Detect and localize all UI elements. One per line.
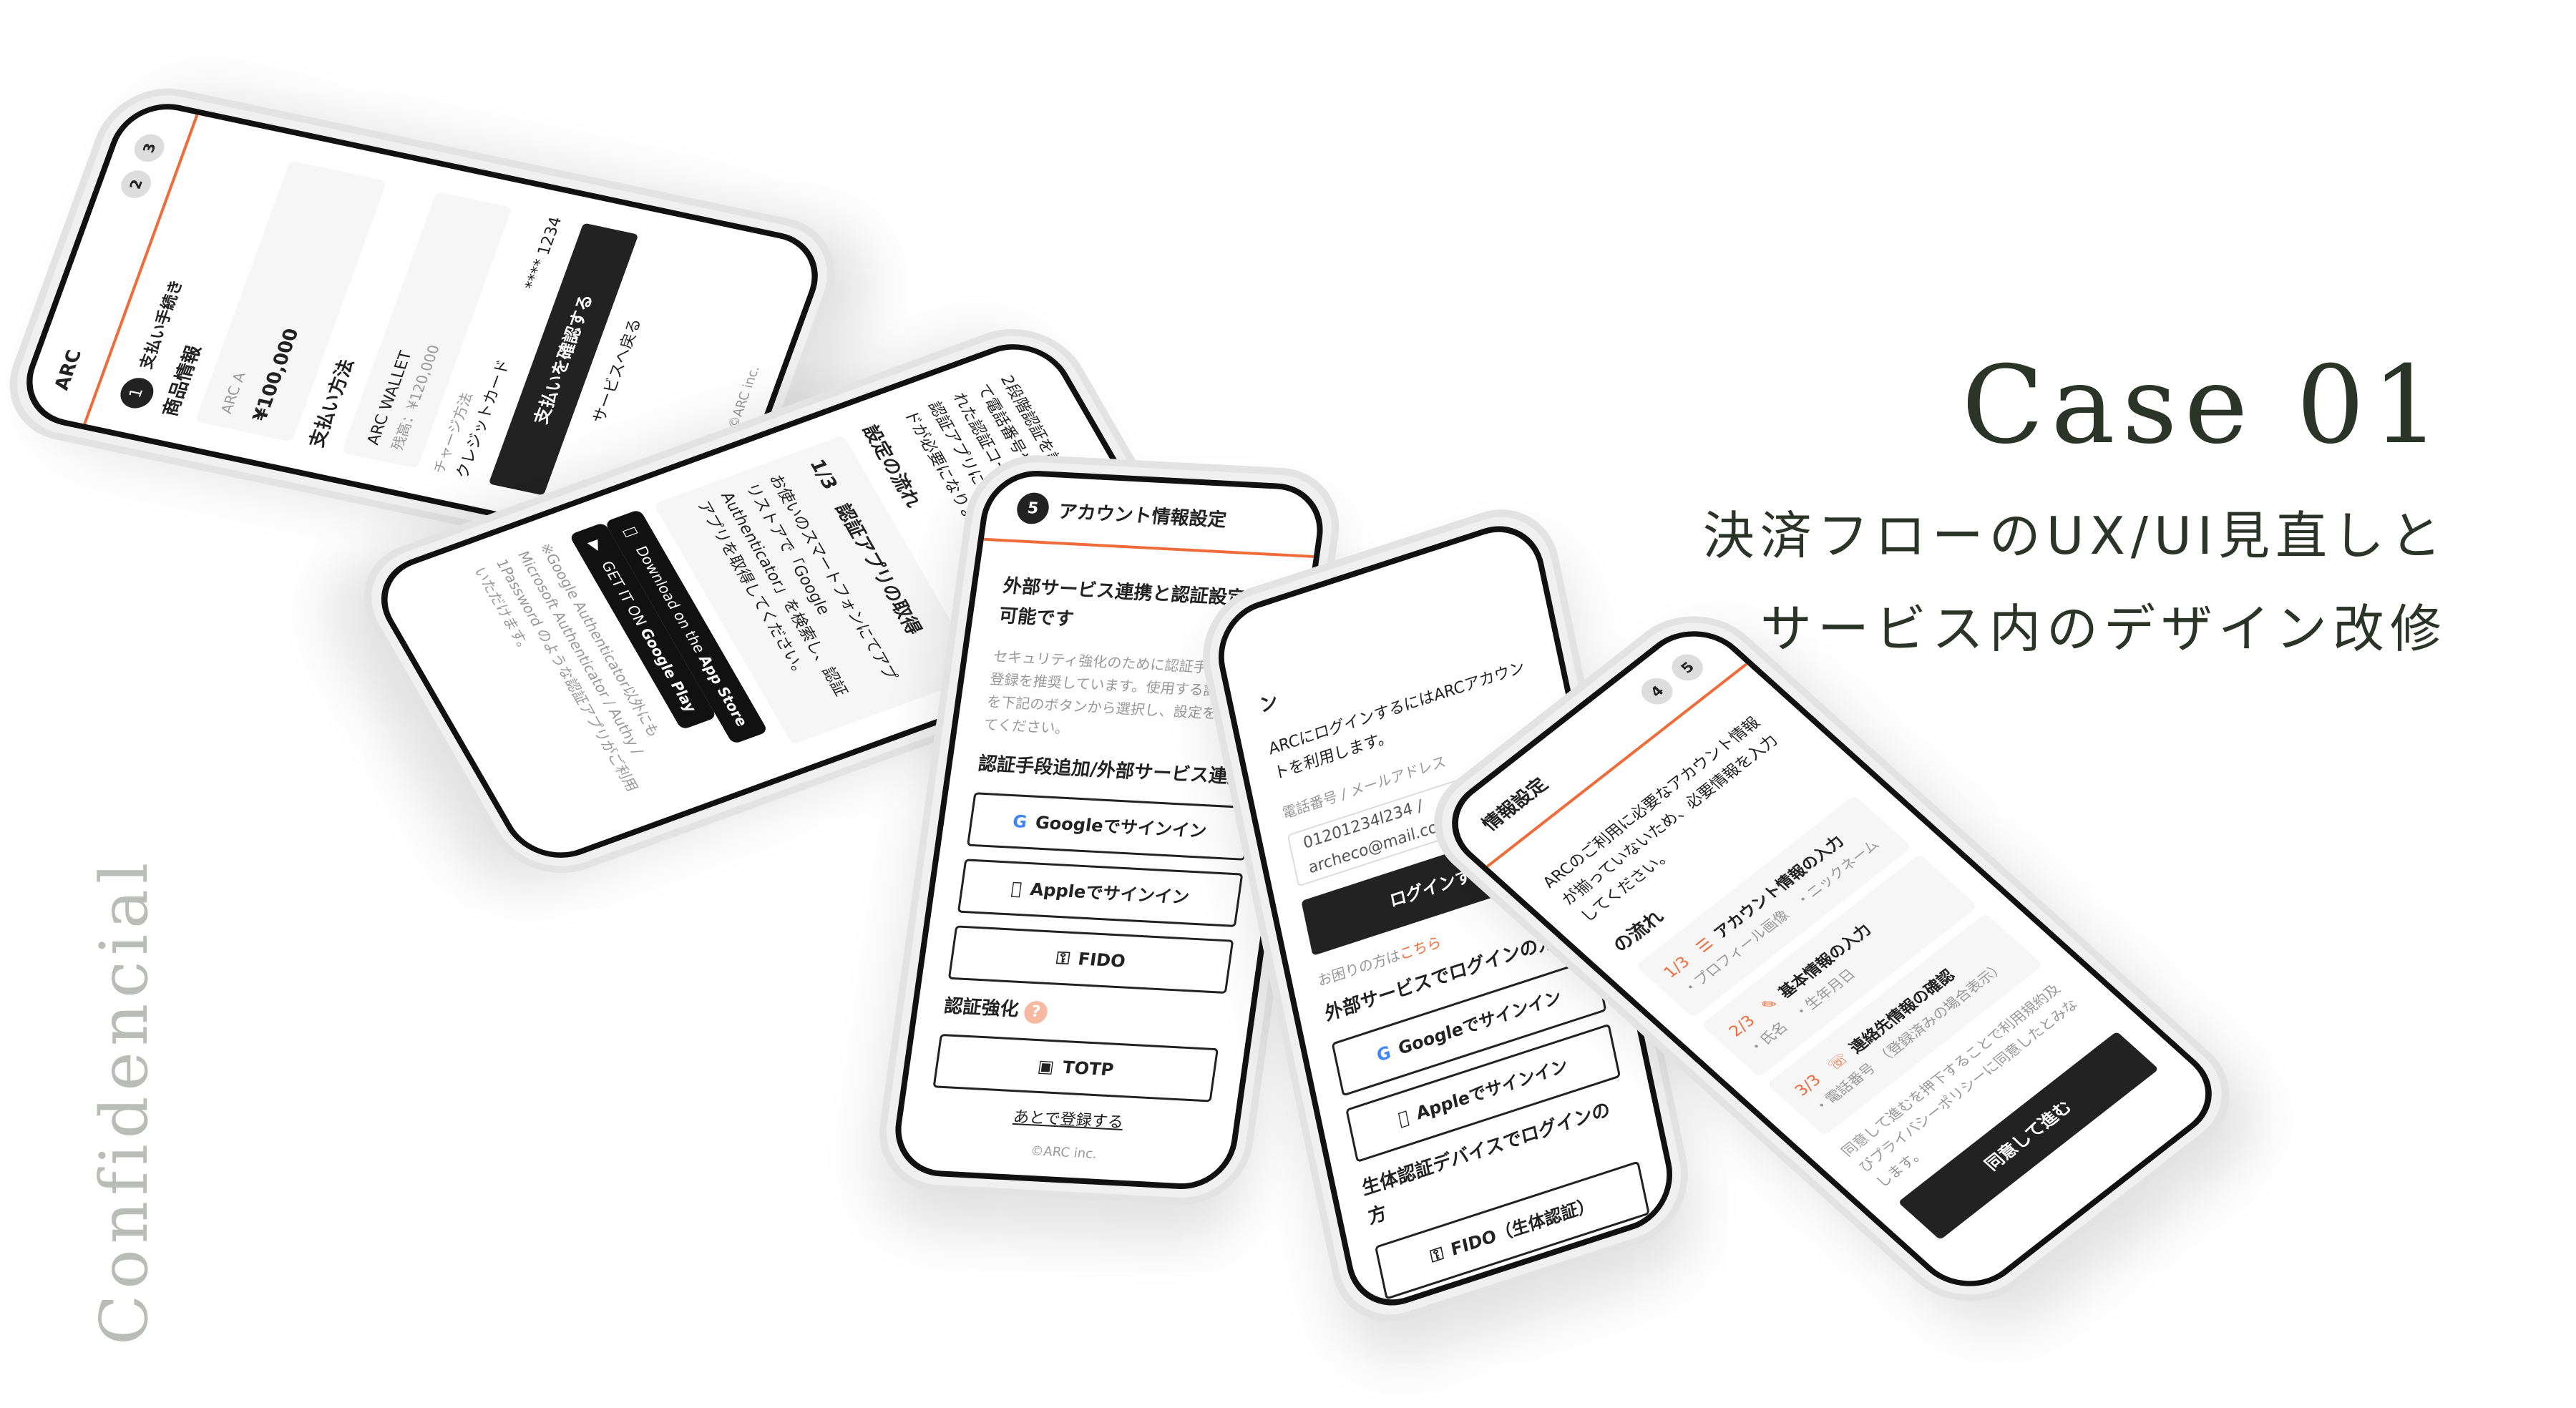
apple-signin-button[interactable]: Appleでサインイン [957, 859, 1244, 927]
fido-button[interactable]: ⚿ FIDO [947, 925, 1234, 994]
apple-btn-label: Appleでサインイン [1023, 879, 1191, 907]
step-5-dot: 5 [1665, 649, 1710, 686]
steps: 2 3 [117, 131, 169, 201]
case-subtitle-line1: 決済フローのUX/UI見直しと [1702, 506, 2447, 566]
account-step-label: アカウント情報設定 [1057, 501, 1228, 532]
arc-logo: ARC [50, 348, 87, 393]
key-icon: ⚿ [1428, 1242, 1445, 1267]
google-icon: G [1375, 1042, 1393, 1067]
totp-button[interactable]: ▣ TOTP [932, 1034, 1219, 1103]
apple-icon:  [618, 524, 645, 539]
step-1-dot: 1 [116, 375, 158, 411]
google-signin-button[interactable]: G Googleでサインイン [966, 792, 1253, 861]
play-icon: ▶ [585, 537, 608, 554]
help-icon[interactable]: ? [1023, 1000, 1049, 1025]
step-2-dot: 2 [117, 167, 155, 201]
section-auth-strengthen: 認証強化 [942, 995, 1020, 1021]
google-icon: G [1011, 811, 1029, 832]
totp-icon: ▣ [1036, 1056, 1056, 1077]
apple-icon:  [1010, 874, 1024, 902]
key-icon: ⚿ [1055, 947, 1071, 969]
help-link[interactable]: こちら [1398, 933, 1443, 963]
confidential-watermark: Confidencial [86, 856, 162, 1345]
section-auth-methods: 認証手段追加/外部サービス連携 [976, 753, 1248, 789]
apple-icon:  [1396, 1103, 1412, 1133]
case-title: Case 01 [1961, 343, 2447, 468]
totp-btn-label: TOTP [1061, 1057, 1115, 1080]
step-counter: 1/3 [805, 456, 842, 493]
register-later-link[interactable]: あとで登録する [927, 1100, 1209, 1140]
info-steps: 4 5 [1634, 649, 1710, 710]
step-5-dot: 5 [1015, 492, 1051, 525]
fido-btn-label: FIDO [1076, 949, 1127, 972]
case-subtitle-line2: サービス内のデザイン改修 [1760, 599, 2447, 659]
google-btn-label: Googleでサインイン [1034, 812, 1209, 841]
step-4-dot: 4 [1634, 673, 1679, 710]
step-3-dot: 3 [130, 131, 169, 165]
